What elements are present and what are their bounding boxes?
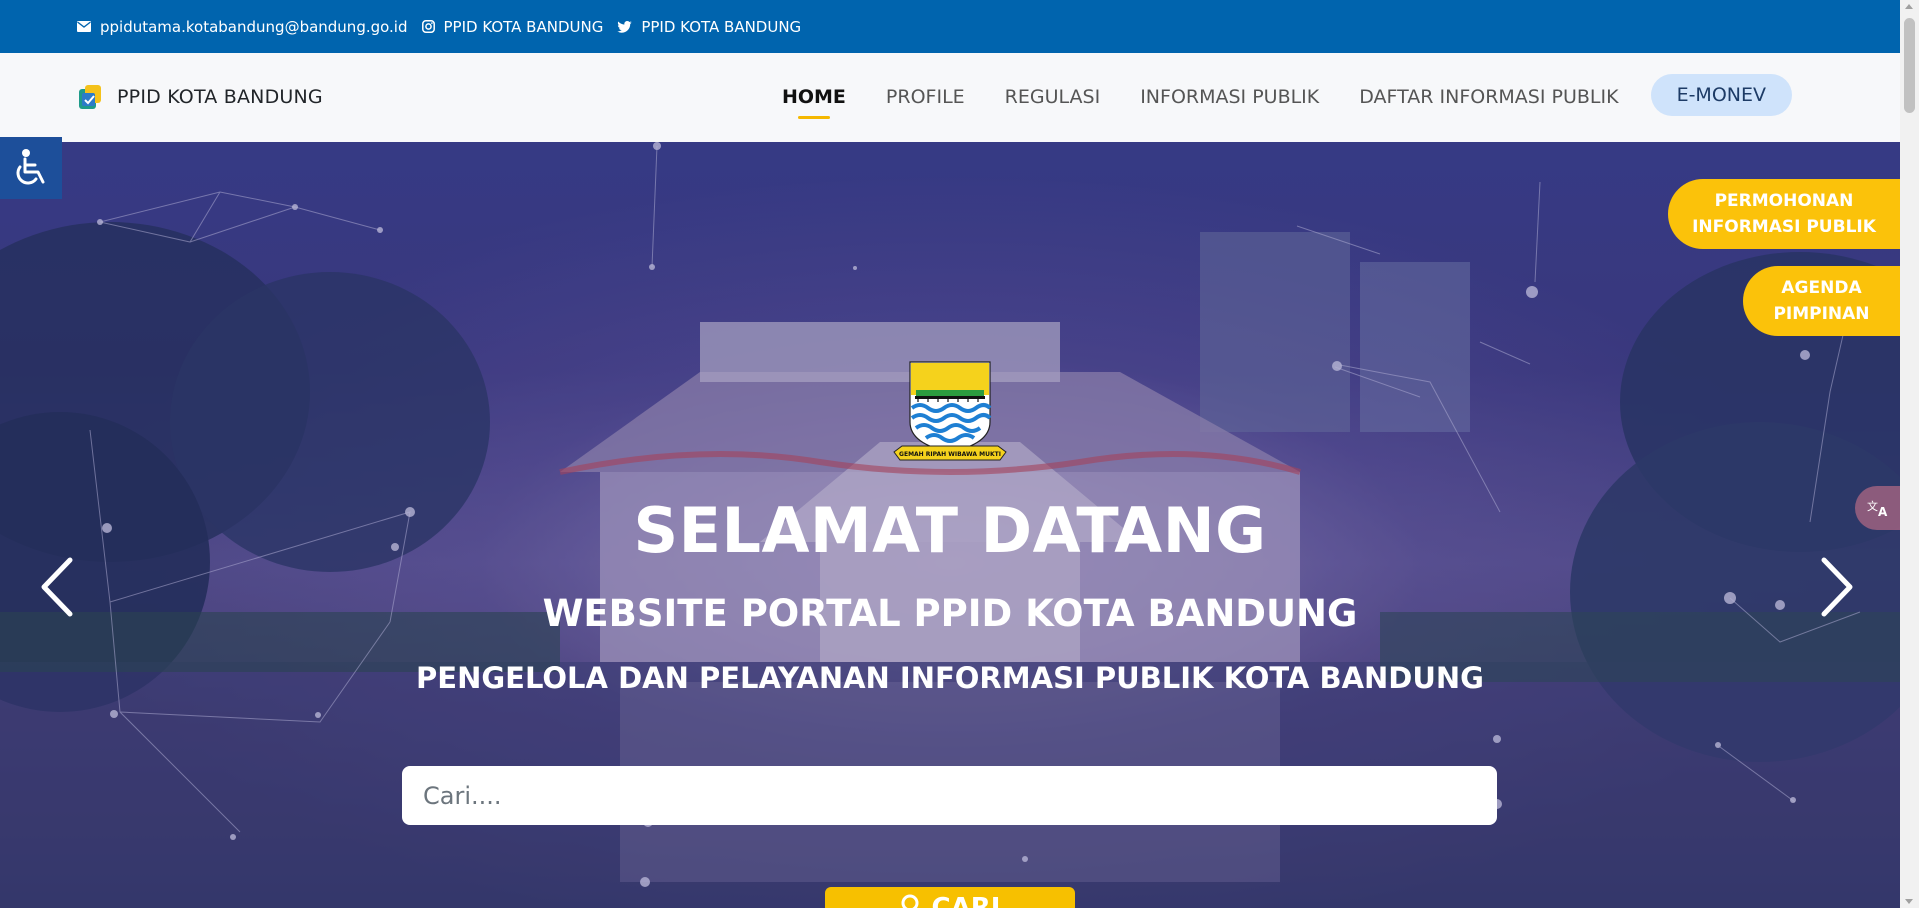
- contact-email[interactable]: ppidutama.kotabandung@bandung.go.id: [77, 18, 408, 36]
- emonev-button[interactable]: E-MONEV: [1650, 74, 1792, 116]
- main-navbar: PPID KOTA BANDUNG HOME PROFILE REGULASI …: [0, 53, 1900, 142]
- permohonan-informasi-publik-button[interactable]: PERMOHONAN INFORMASI PUBLIK: [1668, 179, 1900, 249]
- brand[interactable]: PPID KOTA BANDUNG: [77, 83, 323, 111]
- nav-regulasi[interactable]: REGULASI: [985, 69, 1121, 125]
- scroll-down-arrow-icon[interactable]: [1905, 899, 1913, 904]
- hero-tagline: PENGELOLA DAN PELAYANAN INFORMASI PUBLIK…: [416, 661, 1484, 695]
- svg-text:文: 文: [1867, 499, 1878, 513]
- nav-informasi-publik[interactable]: INFORMASI PUBLIK: [1120, 69, 1339, 125]
- bandung-crest-icon: GEMAH RIPAH WIBAWA MUKTI: [893, 361, 1007, 461]
- contact-twitter[interactable]: PPID KOTA BANDUNG: [617, 18, 801, 36]
- contact-instagram-text: PPID KOTA BANDUNG: [443, 17, 604, 36]
- translate-button[interactable]: 文 A: [1855, 486, 1900, 530]
- hero-title: SELAMAT DATANG: [633, 494, 1267, 567]
- accessibility-button[interactable]: [0, 137, 62, 199]
- envelope-icon: [77, 21, 91, 32]
- contact-email-text: ppidutama.kotabandung@bandung.go.id: [100, 17, 408, 36]
- main-nav: HOME PROFILE REGULASI INFORMASI PUBLIK D…: [762, 69, 1792, 125]
- translate-icon: 文 A: [1867, 499, 1888, 518]
- search-icon: [901, 894, 919, 908]
- contact-twitter-text: PPID KOTA BANDUNG: [641, 17, 802, 36]
- crest-motto: GEMAH RIPAH WIBAWA MUKTI: [899, 451, 1001, 458]
- search-button-label: CARI: [931, 893, 1001, 908]
- nav-home[interactable]: HOME: [762, 69, 866, 125]
- wheelchair-icon: [16, 149, 45, 185]
- carousel-prev-arrow-icon[interactable]: [38, 552, 78, 622]
- search-button[interactable]: CARI: [825, 887, 1075, 908]
- contact-instagram[interactable]: PPID KOTA BANDUNG: [421, 17, 604, 36]
- nav-daftar-informasi-publik[interactable]: DAFTAR INFORMASI PUBLIK: [1339, 69, 1638, 125]
- page-scrollbar[interactable]: [1900, 0, 1919, 908]
- scroll-up-arrow-icon[interactable]: [1905, 4, 1913, 9]
- hero-banner: GEMAH RIPAH WIBAWA MUKTI SELAMAT DATANG …: [0, 142, 1900, 908]
- scrollbar-thumb[interactable]: [1904, 18, 1915, 113]
- top-contact-bar: ppidutama.kotabandung@bandung.go.id PPID…: [0, 0, 1900, 53]
- brand-name: PPID KOTA BANDUNG: [117, 86, 323, 108]
- hero-subtitle: WEBSITE PORTAL PPID KOTA BANDUNG: [542, 592, 1358, 635]
- search-input[interactable]: [402, 766, 1497, 825]
- nav-profile[interactable]: PROFILE: [866, 69, 985, 125]
- twitter-icon: [617, 20, 633, 33]
- ppid-logo-icon: [79, 85, 101, 109]
- instagram-icon: [421, 20, 435, 33]
- svg-text:A: A: [1878, 505, 1888, 518]
- carousel-next-arrow-icon[interactable]: [1816, 552, 1856, 622]
- agenda-pimpinan-button[interactable]: AGENDA PIMPINAN: [1743, 266, 1900, 336]
